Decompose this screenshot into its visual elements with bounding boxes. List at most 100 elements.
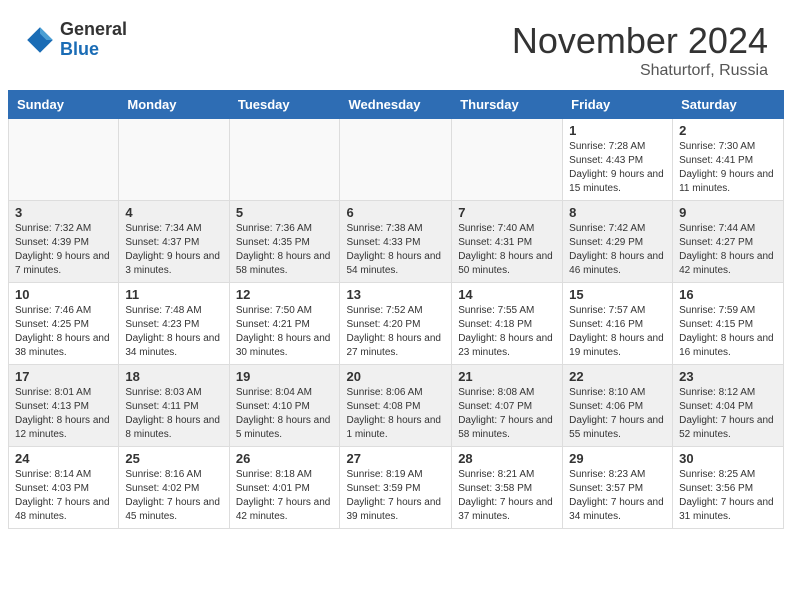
logo-blue-text: Blue: [60, 39, 99, 59]
day-number: 15: [569, 287, 666, 302]
day-info: Sunrise: 8:18 AM Sunset: 4:01 PM Dayligh…: [236, 468, 334, 524]
day-info: Sunrise: 7:32 AM Sunset: 4:39 PM Dayligh…: [15, 222, 112, 278]
day-info: Sunrise: 8:12 AM Sunset: 4:04 PM Dayligh…: [679, 386, 777, 442]
month-title: November 2024: [512, 20, 768, 62]
day-info: Sunrise: 7:36 AM Sunset: 4:35 PM Dayligh…: [236, 222, 334, 278]
calendar-day-cell: 5 Sunrise: 7:36 AM Sunset: 4:35 PM Daylig…: [229, 201, 340, 283]
calendar-day-cell: 12 Sunrise: 7:50 AM Sunset: 4:21 PM Dayli…: [229, 283, 340, 365]
calendar-day-cell: 16 Sunrise: 7:59 AM Sunset: 4:15 PM Dayli…: [673, 283, 784, 365]
day-info: Sunrise: 8:10 AM Sunset: 4:06 PM Dayligh…: [569, 386, 666, 442]
calendar-day-cell: 8Sunrise: 7:42 AM Sunset: 4:29 PM Daylig…: [563, 201, 673, 283]
logo-general-text: General: [60, 19, 127, 39]
calendar-day-cell: 14 Sunrise: 7:55 AM Sunset: 4:18 PM Dayli…: [452, 283, 563, 365]
calendar-day-cell: 9Sunrise: 7:44 AM Sunset: 4:27 PM Daylig…: [673, 201, 784, 283]
calendar-header-thursday: Thursday: [452, 91, 563, 119]
day-info: Sunrise: 8:03 AM Sunset: 4:11 PM Dayligh…: [125, 386, 222, 442]
day-number: 8: [569, 205, 666, 220]
day-info: Sunrise: 8:19 AM Sunset: 3:59 PM Dayligh…: [346, 468, 445, 524]
calendar-header-monday: Monday: [119, 91, 229, 119]
day-info: Sunrise: 7:44 AM Sunset: 4:27 PM Dayligh…: [679, 222, 777, 278]
calendar-day-cell: 27 Sunrise: 8:19 AM Sunset: 3:59 PM Dayli…: [340, 447, 452, 529]
day-info: Sunrise: 7:52 AM Sunset: 4:20 PM Dayligh…: [346, 304, 445, 360]
day-info: Sunrise: 7:30 AM Sunset: 4:41 PM Dayligh…: [679, 140, 777, 196]
day-number: 7: [458, 205, 556, 220]
day-number: 6: [346, 205, 445, 220]
calendar-day-cell: 1Sunrise: 7:28 AM Sunset: 4:43 PM Daylig…: [563, 119, 673, 201]
day-info: Sunrise: 8:21 AM Sunset: 3:58 PM Dayligh…: [458, 468, 556, 524]
day-number: 23: [679, 369, 777, 384]
calendar-header-friday: Friday: [563, 91, 673, 119]
day-number: 14: [458, 287, 556, 302]
day-number: 12: [236, 287, 334, 302]
day-info: Sunrise: 7:28 AM Sunset: 4:43 PM Dayligh…: [569, 140, 666, 196]
day-number: 13: [346, 287, 445, 302]
day-info: Sunrise: 7:40 AM Sunset: 4:31 PM Dayligh…: [458, 222, 556, 278]
day-info: Sunrise: 7:55 AM Sunset: 4:18 PM Dayligh…: [458, 304, 556, 360]
logo-icon: [24, 24, 56, 56]
calendar-header-row: SundayMondayTuesdayWednesdayThursdayFrid…: [9, 91, 784, 119]
day-number: 3: [15, 205, 112, 220]
day-number: 5: [236, 205, 334, 220]
calendar-day-cell: 17Sunrise: 8:01 AM Sunset: 4:13 PM Dayli…: [9, 365, 119, 447]
day-number: 16: [679, 287, 777, 302]
calendar-header-tuesday: Tuesday: [229, 91, 340, 119]
calendar-day-cell: 10Sunrise: 7:46 AM Sunset: 4:25 PM Dayli…: [9, 283, 119, 365]
day-number: 2: [679, 123, 777, 138]
calendar-day-cell: 3 Sunrise: 7:32 AM Sunset: 4:39 PM Daylig…: [9, 201, 119, 283]
logo: General Blue: [24, 20, 127, 60]
day-number: 18: [125, 369, 222, 384]
calendar-header-sunday: Sunday: [9, 91, 119, 119]
calendar-day-cell: 26 Sunrise: 8:18 AM Sunset: 4:01 PM Dayli…: [229, 447, 340, 529]
day-number: 20: [346, 369, 445, 384]
calendar-day-cell: 21 Sunrise: 8:08 AM Sunset: 4:07 PM Dayli…: [452, 365, 563, 447]
calendar-day-cell: [340, 119, 452, 201]
day-info: Sunrise: 7:38 AM Sunset: 4:33 PM Dayligh…: [346, 222, 445, 278]
day-number: 28: [458, 451, 556, 466]
day-number: 24: [15, 451, 112, 466]
calendar-week-row: 1Sunrise: 7:28 AM Sunset: 4:43 PM Daylig…: [9, 119, 784, 201]
calendar-day-cell: 4Sunrise: 7:34 AM Sunset: 4:37 PM Daylig…: [119, 201, 229, 283]
calendar-day-cell: 20 Sunrise: 8:06 AM Sunset: 4:08 PM Dayli…: [340, 365, 452, 447]
calendar-day-cell: 28 Sunrise: 8:21 AM Sunset: 3:58 PM Dayli…: [452, 447, 563, 529]
calendar-day-cell: 15 Sunrise: 7:57 AM Sunset: 4:16 PM Dayli…: [563, 283, 673, 365]
day-info: Sunrise: 7:34 AM Sunset: 4:37 PM Dayligh…: [125, 222, 222, 278]
day-info: Sunrise: 8:01 AM Sunset: 4:13 PM Dayligh…: [15, 386, 112, 442]
calendar-day-cell: 25Sunrise: 8:16 AM Sunset: 4:02 PM Dayli…: [119, 447, 229, 529]
calendar-day-cell: 29Sunrise: 8:23 AM Sunset: 3:57 PM Dayli…: [563, 447, 673, 529]
calendar-day-cell: 2 Sunrise: 7:30 AM Sunset: 4:41 PM Daylig…: [673, 119, 784, 201]
calendar-day-cell: 11 Sunrise: 7:48 AM Sunset: 4:23 PM Dayli…: [119, 283, 229, 365]
calendar-day-cell: 19 Sunrise: 8:04 AM Sunset: 4:10 PM Dayli…: [229, 365, 340, 447]
calendar-header-saturday: Saturday: [673, 91, 784, 119]
day-info: Sunrise: 8:14 AM Sunset: 4:03 PM Dayligh…: [15, 468, 112, 524]
calendar-day-cell: 7 Sunrise: 7:40 AM Sunset: 4:31 PM Daylig…: [452, 201, 563, 283]
location-title: Shaturtorf, Russia: [512, 62, 768, 80]
day-number: 27: [346, 451, 445, 466]
calendar-day-cell: [119, 119, 229, 201]
day-info: Sunrise: 8:04 AM Sunset: 4:10 PM Dayligh…: [236, 386, 334, 442]
day-number: 21: [458, 369, 556, 384]
day-number: 26: [236, 451, 334, 466]
day-info: Sunrise: 7:48 AM Sunset: 4:23 PM Dayligh…: [125, 304, 222, 360]
calendar-day-cell: 22Sunrise: 8:10 AM Sunset: 4:06 PM Dayli…: [563, 365, 673, 447]
calendar-day-cell: 23 Sunrise: 8:12 AM Sunset: 4:04 PM Dayli…: [673, 365, 784, 447]
calendar-week-row: 10Sunrise: 7:46 AM Sunset: 4:25 PM Dayli…: [9, 283, 784, 365]
day-number: 11: [125, 287, 222, 302]
calendar-day-cell: [9, 119, 119, 201]
day-number: 30: [679, 451, 777, 466]
calendar-week-row: 3 Sunrise: 7:32 AM Sunset: 4:39 PM Daylig…: [9, 201, 784, 283]
day-number: 19: [236, 369, 334, 384]
day-info: Sunrise: 7:50 AM Sunset: 4:21 PM Dayligh…: [236, 304, 334, 360]
day-info: Sunrise: 7:57 AM Sunset: 4:16 PM Dayligh…: [569, 304, 666, 360]
day-number: 25: [125, 451, 222, 466]
day-number: 10: [15, 287, 112, 302]
day-info: Sunrise: 8:08 AM Sunset: 4:07 PM Dayligh…: [458, 386, 556, 442]
day-info: Sunrise: 8:06 AM Sunset: 4:08 PM Dayligh…: [346, 386, 445, 442]
calendar-day-cell: [229, 119, 340, 201]
calendar-day-cell: 18 Sunrise: 8:03 AM Sunset: 4:11 PM Dayli…: [119, 365, 229, 447]
calendar-day-cell: 13 Sunrise: 7:52 AM Sunset: 4:20 PM Dayli…: [340, 283, 452, 365]
title-block: November 2024 Shaturtorf, Russia: [512, 20, 768, 80]
page-header: General Blue November 2024 Shaturtorf, R…: [0, 0, 792, 90]
day-info: Sunrise: 7:59 AM Sunset: 4:15 PM Dayligh…: [679, 304, 777, 360]
day-info: Sunrise: 8:25 AM Sunset: 3:56 PM Dayligh…: [679, 468, 777, 524]
calendar-day-cell: 30 Sunrise: 8:25 AM Sunset: 3:56 PM Dayli…: [673, 447, 784, 529]
